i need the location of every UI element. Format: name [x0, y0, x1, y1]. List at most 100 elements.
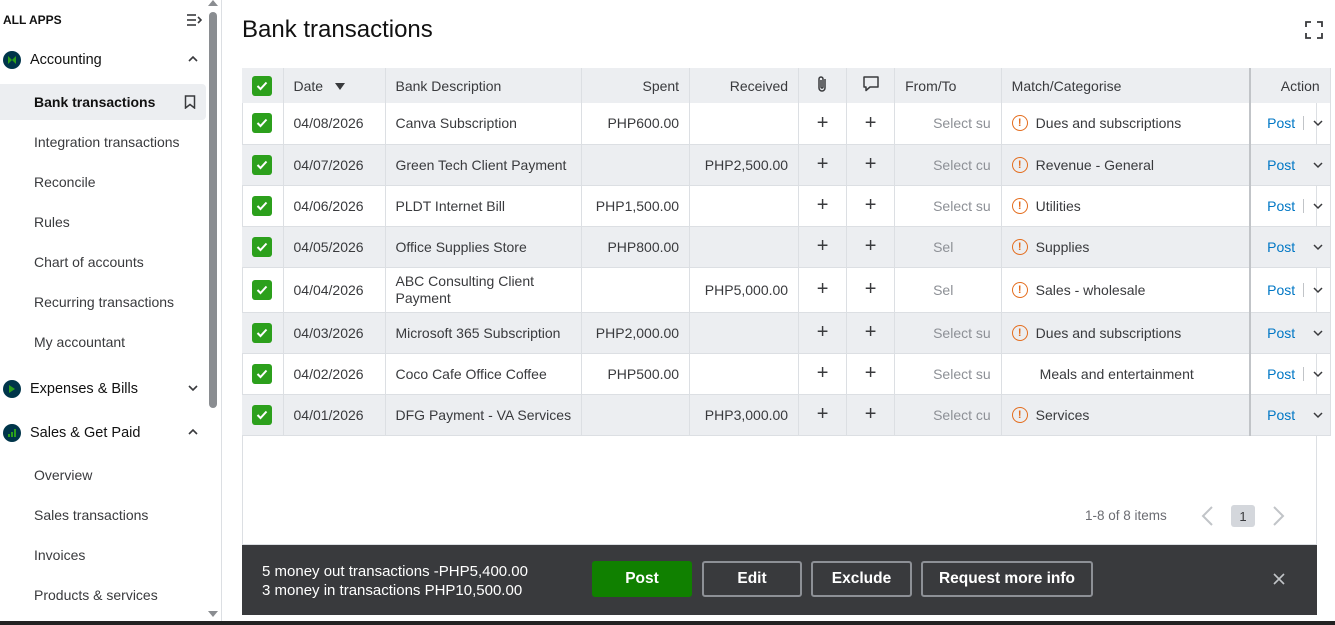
sidebar-item-reconcile[interactable]: Reconcile	[0, 164, 206, 200]
sidebar-item-products-services[interactable]: Products & services	[0, 577, 206, 613]
from-to-select[interactable]: Sel	[894, 267, 1002, 313]
category-select[interactable]: ! Revenue - General	[1001, 144, 1251, 186]
sidebar-item-bank-transactions[interactable]: Bank transactions	[0, 84, 206, 120]
table-row[interactable]: 04/08/2026 Canva Subscription PHP600.00 + + S…	[242, 103, 1331, 145]
previous-page-icon[interactable]	[1198, 504, 1218, 528]
category-select[interactable]: ! Utilities	[1001, 185, 1251, 227]
section-accounting[interactable]: Accounting	[0, 45, 206, 75]
post-button[interactable]: Post	[1267, 198, 1295, 214]
add-memo-cell[interactable]: +	[846, 394, 896, 436]
add-memo-cell[interactable]: +	[846, 185, 896, 227]
close-icon[interactable]	[1272, 572, 1286, 586]
add-memo-cell[interactable]: +	[846, 312, 896, 354]
from-to-column-header[interactable]: From/To	[894, 68, 1002, 103]
post-button[interactable]: Post	[1267, 282, 1295, 298]
from-to-select[interactable]: Select su	[894, 312, 1002, 354]
next-page-icon[interactable]	[1268, 504, 1288, 528]
post-button[interactable]: Post	[1267, 407, 1295, 423]
plus-icon[interactable]: +	[865, 362, 877, 384]
post-button[interactable]: Post	[1267, 157, 1295, 173]
row-checkbox[interactable]	[252, 195, 273, 216]
batch-edit-button[interactable]: Edit	[702, 561, 802, 597]
table-row[interactable]: 04/04/2026 ABC Consulting Client Payment P…	[242, 267, 1331, 313]
category-select[interactable]: ! Dues and subscriptions	[1001, 103, 1251, 145]
chevron-down-icon[interactable]	[1312, 159, 1324, 171]
all-apps-label[interactable]: ALL APPS	[3, 13, 62, 27]
post-button[interactable]: Post	[1267, 366, 1295, 382]
from-to-select[interactable]: Select su	[894, 103, 1002, 145]
post-button[interactable]: Post	[1267, 239, 1295, 255]
section-expenses-bills[interactable]: Expenses & Bills	[0, 374, 206, 404]
sidebar-item-my-accountant[interactable]: My accountant	[0, 324, 206, 360]
post-button[interactable]: Post	[1267, 115, 1295, 131]
scroll-down-arrow-icon[interactable]	[208, 611, 218, 617]
chevron-down-icon[interactable]	[186, 381, 200, 395]
section-sales-get-paid[interactable]: Sales & Get Paid	[0, 418, 206, 448]
chevron-up-icon[interactable]	[186, 52, 200, 66]
from-to-select[interactable]: Select su	[894, 353, 1002, 395]
chevron-down-icon[interactable]	[1312, 327, 1324, 339]
plus-icon[interactable]: +	[865, 153, 877, 175]
plus-icon[interactable]: +	[865, 194, 877, 216]
table-row[interactable]: 04/03/2026 Microsoft 365 Subscription PHP2…	[242, 312, 1331, 354]
sidebar-item-sales-transactions[interactable]: Sales transactions	[0, 497, 206, 533]
chevron-up-icon[interactable]	[186, 425, 200, 439]
batch-exclude-button[interactable]: Exclude	[811, 561, 912, 597]
from-to-select[interactable]: Select cu	[894, 144, 1002, 186]
spent-column-header[interactable]: Spent	[581, 68, 691, 103]
table-row[interactable]: 04/07/2026 Green Tech Client Payment PHP2,…	[242, 144, 1331, 186]
from-to-select[interactable]: Select su	[894, 185, 1002, 227]
row-checkbox[interactable]	[252, 322, 273, 343]
add-attachment-cell[interactable]: +	[798, 394, 848, 436]
plus-icon[interactable]: +	[865, 112, 877, 134]
chevron-down-icon[interactable]	[1312, 284, 1324, 296]
row-checkbox[interactable]	[252, 279, 273, 300]
plus-icon[interactable]: +	[865, 278, 877, 300]
sidebar-item-chart-of-accounts[interactable]: Chart of accounts	[0, 244, 206, 280]
category-select[interactable]: ! Sales - wholesale	[1001, 267, 1251, 313]
table-row[interactable]: 04/06/2026 PLDT Internet Bill PHP1,500.00 +…	[242, 185, 1331, 227]
from-to-select[interactable]: Sel	[894, 226, 1002, 268]
sidebar-scroll-thumb[interactable]	[209, 12, 217, 408]
description-column-header[interactable]: Bank Description	[385, 68, 583, 103]
from-to-select[interactable]: Select cu	[894, 394, 1002, 436]
plus-icon[interactable]: +	[865, 321, 877, 343]
add-memo-cell[interactable]: +	[846, 353, 896, 395]
plus-icon[interactable]: +	[817, 194, 829, 216]
add-memo-cell[interactable]: +	[846, 144, 896, 186]
row-checkbox[interactable]	[252, 404, 273, 425]
plus-icon[interactable]: +	[817, 112, 829, 134]
table-row[interactable]: 04/02/2026 Coco Cafe Office Coffee PHP500.…	[242, 353, 1331, 395]
sidebar-item-rules[interactable]: Rules	[0, 204, 206, 240]
sidebar-item-recurring-transactions[interactable]: Recurring transactions	[0, 284, 206, 320]
row-checkbox[interactable]	[252, 113, 273, 134]
add-attachment-cell[interactable]: +	[798, 103, 848, 145]
add-attachment-cell[interactable]: +	[798, 185, 848, 227]
sidebar-item-overview[interactable]: Overview	[0, 457, 206, 493]
add-attachment-cell[interactable]: +	[798, 144, 848, 186]
sidebar-item-integration-transactions[interactable]: Integration transactions	[0, 124, 206, 160]
bookmark-icon[interactable]	[184, 95, 196, 109]
category-select[interactable]: ! Dues and subscriptions	[1001, 312, 1251, 354]
select-all-checkbox[interactable]	[252, 75, 273, 96]
chevron-down-icon[interactable]	[1312, 241, 1324, 253]
plus-icon[interactable]: +	[817, 235, 829, 257]
plus-icon[interactable]: +	[817, 278, 829, 300]
category-select[interactable]: ! Supplies	[1001, 226, 1251, 268]
plus-icon[interactable]: +	[817, 362, 829, 384]
fullscreen-icon[interactable]	[1304, 20, 1324, 40]
sort-desc-icon[interactable]	[334, 82, 345, 91]
add-memo-cell[interactable]: +	[846, 103, 896, 145]
request-more-info-button[interactable]: Request more info	[921, 561, 1093, 597]
batch-post-button[interactable]: Post	[592, 561, 692, 597]
row-checkbox[interactable]	[252, 154, 273, 175]
plus-icon[interactable]: +	[817, 403, 829, 425]
sidebar-item-invoices[interactable]: Invoices	[0, 537, 206, 573]
add-attachment-cell[interactable]: +	[798, 267, 848, 313]
post-button[interactable]: Post	[1267, 325, 1295, 341]
category-select[interactable]: ! Services	[1001, 394, 1251, 436]
plus-icon[interactable]: +	[817, 153, 829, 175]
match-column-header[interactable]: Match/Categorise	[1001, 68, 1251, 103]
current-page-button[interactable]: 1	[1231, 505, 1255, 527]
chevron-down-icon[interactable]	[1312, 117, 1324, 129]
